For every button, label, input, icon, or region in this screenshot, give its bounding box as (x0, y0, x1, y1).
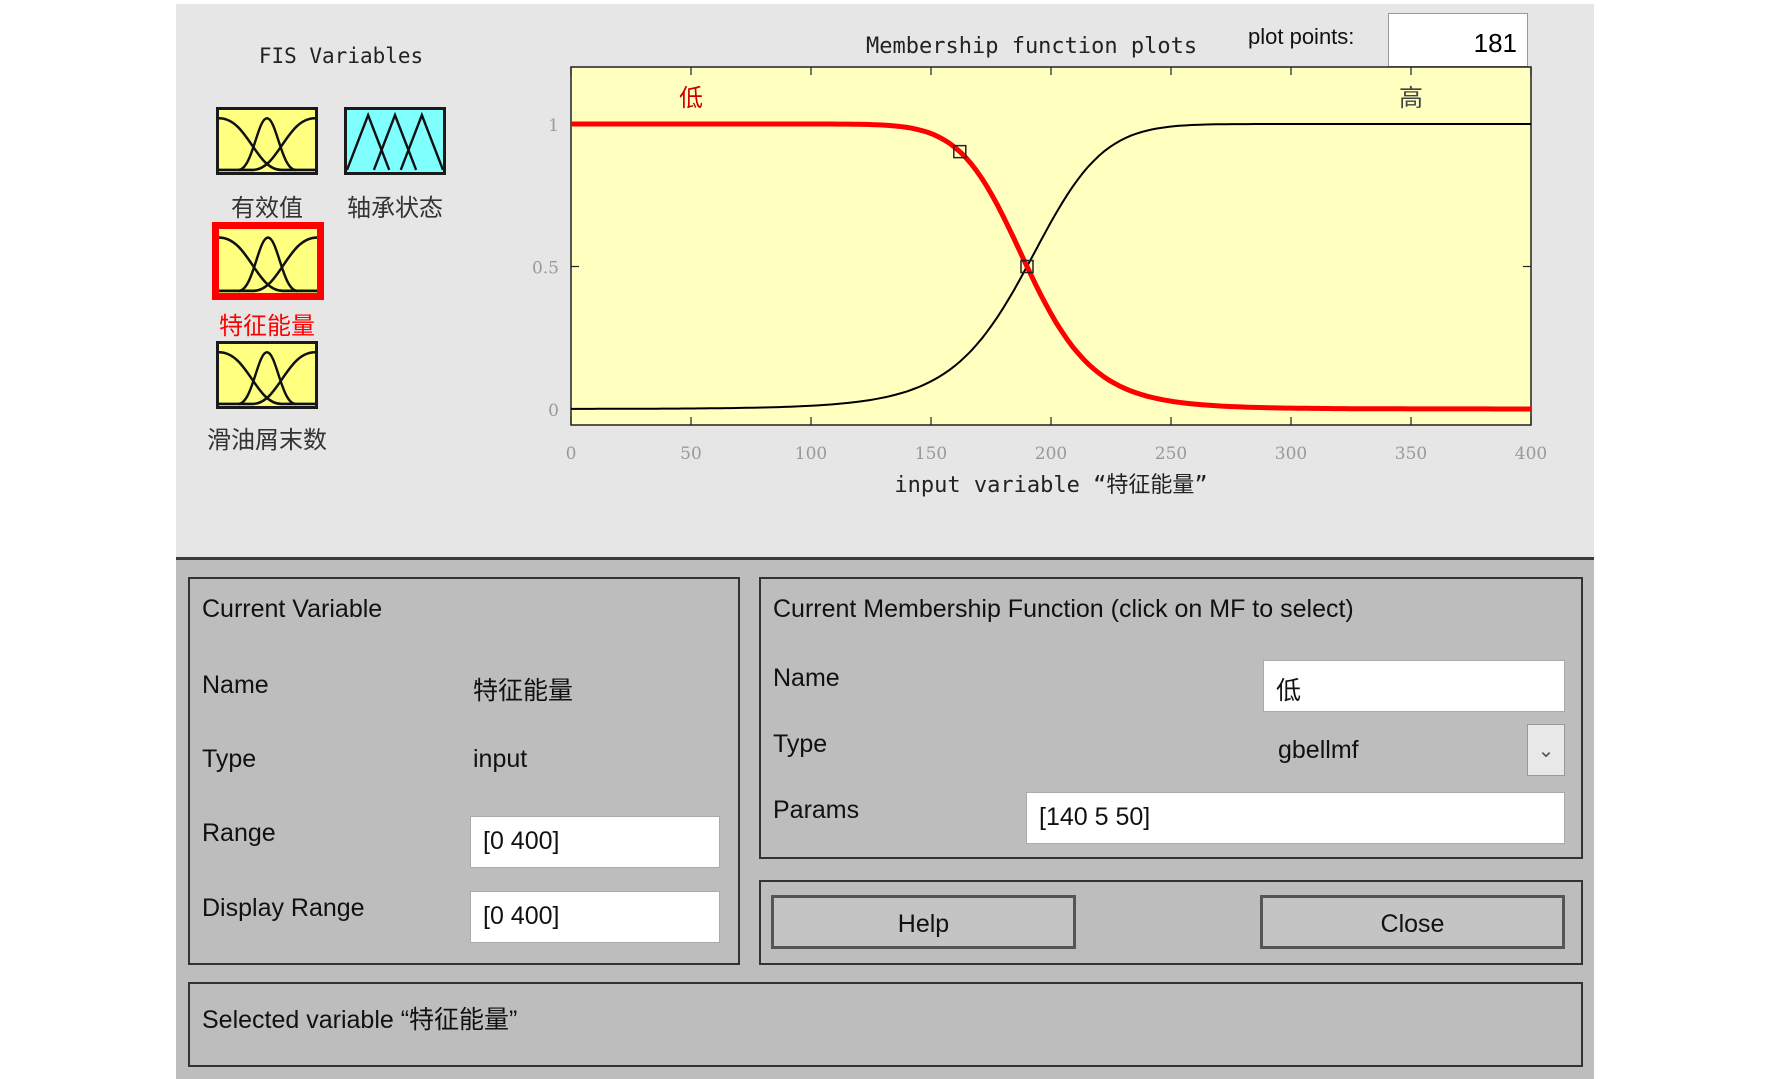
chevron-down-icon[interactable]: ⌄ (1527, 724, 1565, 776)
mf-name-input[interactable]: 低 (1263, 660, 1565, 712)
variable-name-value: 特征能量 (473, 677, 574, 705)
status-bar: Selected variable “特征能量” (188, 982, 1583, 1067)
mf-params-input[interactable]: [140 5 50] (1026, 792, 1565, 844)
variable-name-label: Name (202, 671, 269, 699)
range-input[interactable]: [0 400] (470, 816, 720, 868)
x-tick-label: 150 (915, 444, 947, 464)
x-tick-label: 100 (795, 444, 827, 464)
close-button[interactable]: Close (1260, 895, 1565, 949)
variable-type-value: input (473, 745, 528, 773)
plot-axes-box (570, 66, 1532, 426)
x-tick-label: 400 (1515, 444, 1547, 464)
mf-type-label: Type (773, 730, 828, 758)
mf-type-dropdown[interactable]: gbellmf (1278, 736, 1359, 765)
plot-area: FIS Variables 有效值 轴承状态 特征能量 滑油屑末数 Member… (176, 4, 1594, 557)
status-text: Selected variable “特征能量” (202, 1006, 518, 1034)
current-variable-title: Current Variable (202, 595, 383, 623)
mf-label: 低 (679, 84, 703, 112)
display-range-label: Display Range (202, 894, 365, 922)
display-range-input[interactable]: [0 400] (470, 891, 720, 943)
editor-controls: Current Variable Name 特征能量 Type input Ra… (176, 557, 1594, 1079)
y-tick-label: 1 (548, 116, 559, 136)
mf-editor-window: FIS Variables 有效值 轴承状态 特征能量 滑油屑末数 Member… (176, 4, 1594, 1079)
mf-params-label: Params (773, 796, 860, 824)
x-tick-label: 50 (680, 444, 702, 464)
y-tick-label: 0.5 (532, 259, 559, 279)
mf-label: 高 (1399, 84, 1423, 112)
x-tick-label: 0 (566, 444, 577, 464)
help-button[interactable]: Help (771, 895, 1076, 949)
membership-function-plot[interactable]: 0 50 100 150 200 250 300 350 400 0 0.5 1 input varia… (176, 4, 1594, 557)
current-mf-title: Current Membership Function (click on MF… (773, 595, 1354, 623)
variable-type-label: Type (202, 745, 257, 773)
x-tick-label: 300 (1275, 444, 1307, 464)
mf-name-label: Name (773, 664, 840, 692)
range-label: Range (202, 819, 276, 847)
button-panel: Help Close (759, 880, 1583, 965)
x-axis-label: input variable “特征能量” (894, 473, 1207, 498)
x-tick-label: 350 (1395, 444, 1427, 464)
x-tick-label: 200 (1035, 444, 1067, 464)
current-mf-panel: Current Membership Function (click on MF… (759, 577, 1583, 859)
x-tick-label: 250 (1155, 444, 1187, 464)
y-tick-label: 0 (548, 401, 559, 421)
current-variable-panel: Current Variable Name 特征能量 Type input Ra… (188, 577, 740, 965)
